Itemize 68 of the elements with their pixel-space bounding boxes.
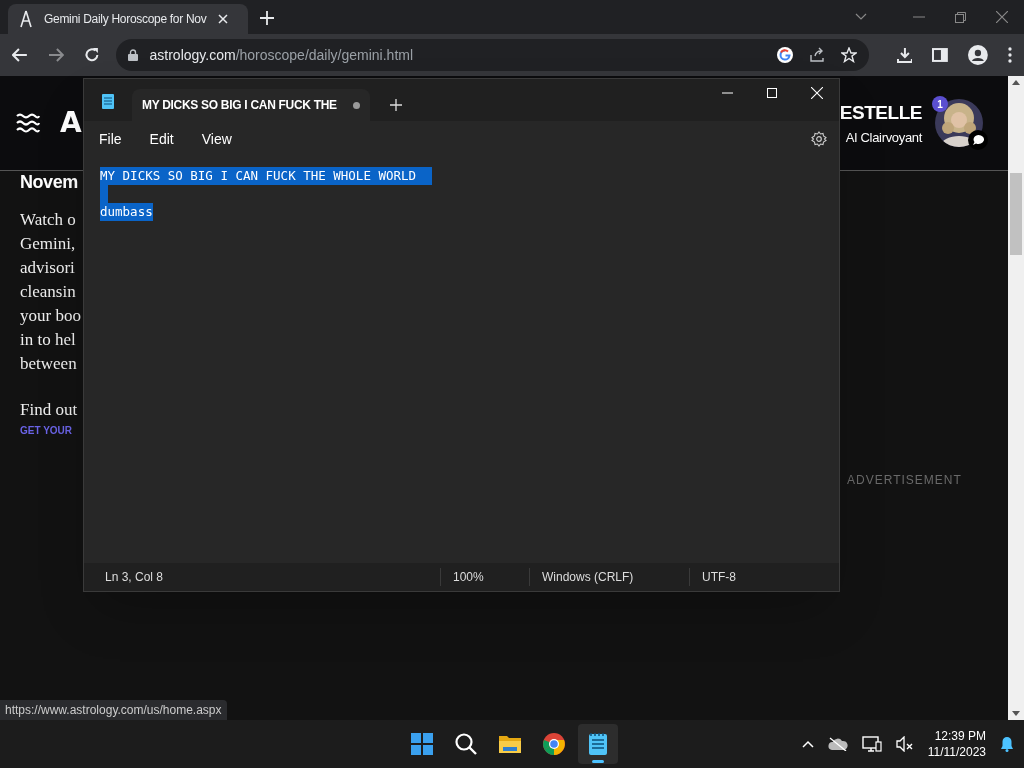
article-text: Find out (20, 399, 78, 421)
cloud-off-icon[interactable] (827, 737, 848, 751)
search-icon (454, 732, 478, 756)
notepad-icon (101, 93, 115, 109)
taskbar-button[interactable] (578, 724, 618, 764)
download-icon[interactable] (896, 47, 913, 63)
status-text: Ln 3, Col 8 (104, 569, 165, 586)
chevron-down-icon[interactable] (855, 13, 867, 21)
advisor-name: ESTELLE (839, 101, 922, 125)
clock-time[interactable]: 12:39 PM (934, 728, 986, 744)
article-text: Watch o (20, 209, 76, 231)
notepad-tab[interactable]: MY DICKS SO BIG I CAN FUCK THE (132, 89, 370, 121)
scrollbar[interactable] (1008, 76, 1024, 720)
article-text: your boo (20, 305, 81, 327)
volume-muted-icon[interactable] (895, 736, 914, 752)
chevron-up-icon[interactable] (801, 740, 814, 748)
article-text: between (20, 353, 77, 375)
more-icon[interactable] (1008, 47, 1012, 63)
google-icon[interactable] (776, 47, 793, 63)
star-icon[interactable] (840, 47, 857, 63)
article-heading: Novem (20, 171, 78, 193)
favicon-icon (20, 10, 32, 28)
start-icon (410, 732, 434, 756)
profile-icon[interactable] (968, 45, 988, 65)
menu-icon[interactable] (16, 113, 40, 133)
article-text: Gemini, (20, 233, 76, 255)
chrome-icon (542, 732, 566, 756)
clock-date[interactable]: 11/11/2023 (927, 744, 986, 760)
tab-title: Gemini Daily Horoscope for Nov (44, 11, 207, 28)
status-text: 100% (440, 568, 529, 586)
notification-badge: 1 (932, 96, 948, 112)
status-text: Windows (CRLF) (529, 568, 689, 586)
tab-title: MY DICKS SO BIG I CAN FUCK THE (142, 97, 337, 114)
browser-tab[interactable]: Gemini Daily Horoscope for Nov (8, 4, 248, 34)
share-icon[interactable] (808, 47, 825, 63)
advisor-role: AI Clairvoyant (845, 128, 922, 147)
menu-item[interactable]: View (192, 124, 241, 154)
bell-icon[interactable] (1000, 736, 1014, 752)
back-icon[interactable] (12, 48, 28, 62)
ad-label: ADVERTISEMENT (847, 472, 962, 489)
address-bar[interactable]: astrology.com/horoscope/daily/gemini.html (115, 39, 869, 71)
new-tab-icon[interactable] (260, 11, 274, 25)
reload-icon[interactable] (83, 47, 100, 63)
chat-icon[interactable] (968, 130, 988, 150)
text-editor[interactable]: MY DICKS SO BIG I CAN FUCK THE WHOLE WORLD dumbass (84, 157, 839, 563)
cta-link[interactable]: GET YOUR (20, 423, 73, 438)
lock-icon (127, 49, 138, 61)
maximize-icon[interactable] (767, 88, 777, 98)
scroll-up-icon[interactable] (1012, 80, 1020, 85)
network-icon[interactable] (861, 736, 882, 752)
forward-icon[interactable] (47, 48, 64, 62)
side-panel-icon[interactable] (932, 47, 949, 63)
scrollbar-thumb[interactable] (1010, 173, 1022, 255)
site-logo[interactable]: A (60, 102, 81, 144)
scroll-down-icon[interactable] (1012, 711, 1020, 716)
menu-item[interactable]: File (90, 124, 131, 154)
article-text: advisori (20, 257, 75, 279)
new-tab-icon[interactable] (390, 99, 402, 111)
status-url: https://www.astrology.com/us/home.aspx (0, 700, 227, 720)
notepad-icon (586, 732, 610, 756)
article-text: cleansin (20, 281, 76, 303)
speech-bubble-icon (972, 135, 984, 145)
restore-icon[interactable] (955, 11, 966, 23)
status-text: UTF-8 (689, 568, 736, 586)
settings-icon[interactable] (811, 131, 827, 147)
url-text: astrology.com/horoscope/daily/gemini.html (149, 45, 414, 65)
article-text: in to hel (20, 329, 76, 351)
menu-item[interactable]: Edit (140, 124, 183, 154)
